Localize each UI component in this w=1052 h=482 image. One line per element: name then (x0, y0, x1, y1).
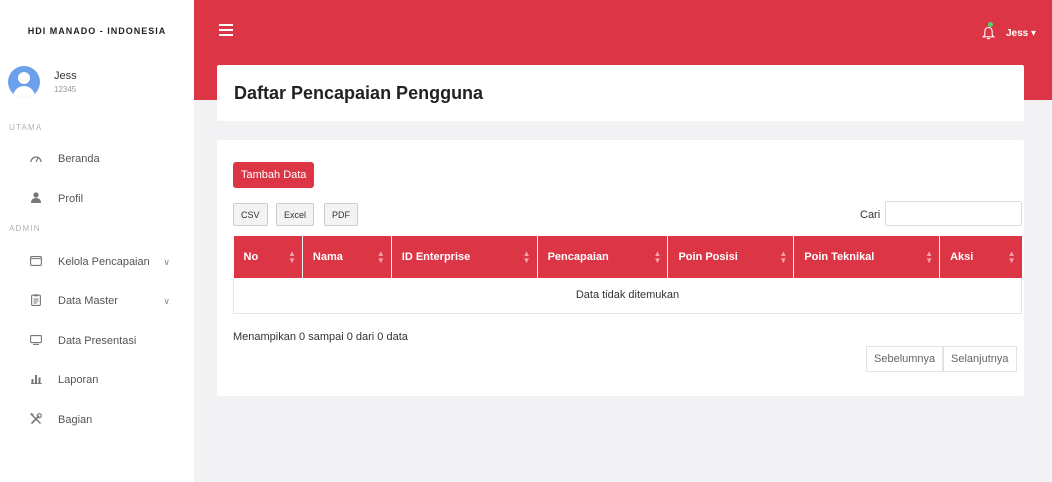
pdf-button[interactable]: PDF (324, 203, 358, 226)
monitor-icon (28, 334, 44, 348)
sidebar-item-label: Beranda (58, 153, 100, 165)
column-header-poin-posisi[interactable]: Poin Posisi ▲ ▼ (667, 236, 795, 278)
user-panel: Jess 12345 (8, 66, 77, 98)
menu-icon[interactable] (219, 24, 233, 39)
column-header-pencapaian[interactable]: Pencapaian ▲ ▼ (537, 236, 669, 278)
sidebar-item-label: Laporan (58, 374, 99, 386)
sort-icon: ▲ ▼ (653, 249, 662, 265)
column-header-id-enterprise[interactable]: ID Enterprise ▲ ▼ (391, 236, 538, 278)
search-label: Cari (860, 209, 881, 221)
avatar (8, 66, 40, 98)
user-icon (28, 192, 44, 206)
sidebar-item-label: Profil (58, 193, 84, 205)
table-header-row: No ▲ ▼ Nama ▲ ▼ ID Enterprise ▲ ▼ Pencapaian ▲ ▼… (233, 236, 1022, 278)
sidebar: HDI MANADO - INDONESIA Jess 12345 UTAMA … (0, 0, 194, 482)
notification-dot (988, 22, 993, 27)
sidebar-item-beranda[interactable]: Beranda (0, 148, 194, 170)
column-header-poin-teknikal[interactable]: Poin Teknikal ▲ ▼ (793, 236, 941, 278)
empty-table-message: Data tidak ditemukan (233, 278, 1022, 314)
sort-icon: ▲ ▼ (287, 249, 296, 265)
csv-button[interactable]: CSV (233, 203, 268, 226)
excel-button[interactable]: Excel (276, 203, 315, 226)
table-row: Data tidak ditemukan (233, 278, 1022, 314)
sidebar-item-kelola-pencapaian[interactable]: Kelola Pencapaian ∨ (0, 251, 194, 273)
tools-icon (28, 412, 44, 428)
page-header: Daftar Pencapaian Pengguna (217, 65, 1024, 121)
dashboard-icon (28, 153, 44, 166)
user-name: Jess (54, 70, 77, 82)
bar-chart-icon (28, 374, 44, 387)
sort-icon: ▲ ▼ (925, 249, 934, 265)
page-title: Daftar Pencapaian Pengguna (234, 82, 484, 103)
bell-icon[interactable] (981, 26, 996, 43)
sidebar-item-profil[interactable]: Profil (0, 188, 194, 210)
section-utama: UTAMA (9, 123, 43, 132)
column-header-nama[interactable]: Nama ▲ ▼ (302, 236, 392, 278)
chevron-down-icon: ∨ (163, 256, 170, 267)
sort-icon: ▲ ▼ (779, 249, 788, 265)
sidebar-item-bagian[interactable]: Bagian (0, 409, 194, 431)
table-info: Menampikan 0 sampai 0 dari 0 data (233, 331, 408, 343)
add-data-button[interactable]: Tambah Data (233, 162, 315, 188)
sidebar-item-label: Kelola Pencapaian (58, 256, 150, 268)
column-header-aksi[interactable]: Aksi ▲ ▼ (939, 236, 1022, 278)
brand-title: HDI MANADO - INDONESIA (27, 26, 167, 36)
user-id: 12345 (54, 85, 77, 94)
sidebar-item-label: Bagian (58, 414, 93, 426)
data-table: No ▲ ▼ Nama ▲ ▼ ID Enterprise ▲ ▼ Pencapaian ▲ ▼… (233, 236, 1022, 314)
sort-icon: ▲ ▼ (1007, 249, 1016, 265)
column-header-no[interactable]: No ▲ ▼ (233, 236, 303, 278)
user-menu[interactable]: Jess ▾ (1006, 28, 1036, 39)
sort-icon: ▲ ▼ (522, 249, 531, 265)
sidebar-item-data-master[interactable]: Data Master ∨ (0, 290, 194, 312)
chevron-down-icon: ∨ (163, 295, 170, 306)
sidebar-item-label: Data Presentasi (58, 335, 137, 347)
sidebar-item-label: Data Master (58, 295, 118, 307)
clipboard-icon (28, 293, 44, 309)
section-admin: ADMIN (9, 224, 41, 233)
folder-icon (28, 255, 44, 269)
sidebar-item-data-presentasi[interactable]: Data Presentasi (0, 330, 194, 352)
sort-icon: ▲ ▼ (376, 249, 385, 265)
sidebar-item-laporan[interactable]: Laporan (0, 369, 194, 391)
pagination-previous[interactable]: Sebelumnya (866, 346, 944, 372)
data-card: Tambah Data CSV Excel PDF Cari No ▲ ▼ Nama… (217, 140, 1024, 396)
search-input[interactable] (885, 201, 1022, 226)
pagination-next[interactable]: Selanjutnya (943, 346, 1017, 372)
